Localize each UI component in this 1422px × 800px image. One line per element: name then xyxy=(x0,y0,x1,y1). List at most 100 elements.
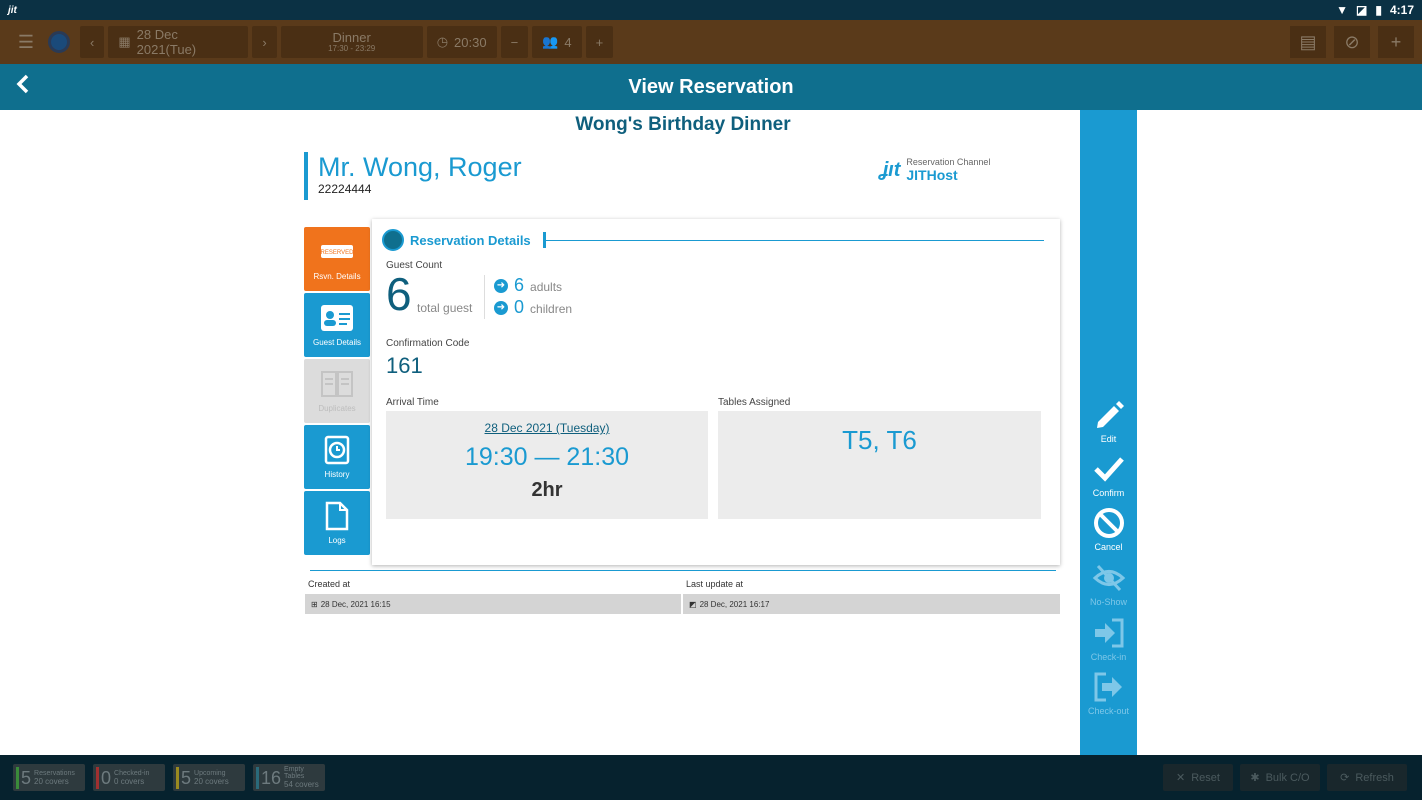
adults-label: adults xyxy=(530,280,563,294)
tab-label: History xyxy=(324,469,350,479)
history-icon xyxy=(319,435,355,464)
bulk-icon: ✱ xyxy=(1250,772,1260,784)
no-show-button[interactable]: No-Show xyxy=(1080,561,1137,607)
cancel-button[interactable]: Cancel xyxy=(1080,506,1137,552)
stat-covers: 20 covers xyxy=(34,776,69,786)
created-value: 28 Dec, 2021 16:15 xyxy=(320,599,391,609)
prev-date-button[interactable]: ‹ xyxy=(80,26,105,58)
reserved-icon: RESERVED xyxy=(319,238,355,266)
eye-slash-icon xyxy=(1092,564,1125,592)
section-title: Reservation Details xyxy=(410,232,531,248)
tables-box: T5, T6 xyxy=(718,411,1041,519)
jit-icon: jit xyxy=(8,4,17,16)
duration: 2hr xyxy=(531,479,563,501)
report-button[interactable]: ▤ xyxy=(1290,26,1326,58)
chevron-left-icon xyxy=(16,74,29,94)
channel-label: Reservation Channel xyxy=(906,157,991,167)
section-header: Reservation Details xyxy=(382,229,546,251)
next-date-button[interactable]: › xyxy=(252,26,277,58)
time-label: 20:30 xyxy=(454,34,487,50)
guest-phone: 22224444 xyxy=(318,182,372,196)
updated-box: ◩ 28 Dec, 2021 16:17 xyxy=(683,594,1060,614)
action-label: Confirm xyxy=(1092,488,1125,498)
created-label: Created at xyxy=(308,579,351,589)
date-label: 28 Dec 2021(Tue) xyxy=(136,27,197,57)
stat-covers: 54 covers xyxy=(284,780,319,789)
menu-button[interactable]: ☰ xyxy=(8,26,44,58)
status-time: 4:17 xyxy=(1389,3,1414,17)
stat-empty-tables[interactable]: 16 Empty Tables 54 covers xyxy=(253,764,325,791)
reset-button[interactable]: ✕ Reset xyxy=(1163,764,1233,791)
reservation-channel: ʝıt Reservation Channel JITHost xyxy=(880,157,990,183)
arrival-time: 19:30 — 21:30 xyxy=(464,443,629,471)
tab-label: Guest Details xyxy=(312,337,362,347)
action-label: Check-in xyxy=(1090,652,1127,662)
id-card-icon xyxy=(319,304,355,332)
tab-label: Duplicates xyxy=(318,403,356,413)
arrow-right-icon: ➜ xyxy=(494,278,508,293)
tab-rsvn-details[interactable]: RESERVED Rsvn. Details xyxy=(304,227,370,291)
page-title: View Reservation xyxy=(628,75,794,98)
action-label: No-Show xyxy=(1089,597,1127,607)
signal-icon: ◪ xyxy=(1356,3,1368,17)
block-button[interactable]: ⊘ xyxy=(1334,26,1370,58)
action-label: Cancel xyxy=(1094,542,1123,552)
adults-row: ➜ 6 adults xyxy=(494,275,562,296)
sign-out-icon xyxy=(1094,672,1122,702)
date-picker[interactable]: ▦ 28 Dec 2021(Tue) xyxy=(108,26,249,58)
arrival-date[interactable]: 28 Dec 2021 (Tuesday) xyxy=(386,421,708,435)
people-icon: 👥 xyxy=(542,34,559,49)
add-button[interactable]: + xyxy=(1378,26,1414,58)
arrival-box: 28 Dec 2021 (Tuesday) 19:30 — 21:30 2hr xyxy=(386,411,708,519)
page-header: View Reservation xyxy=(0,64,1422,110)
stat-checked-in[interactable]: 0 Checked-in 0 covers xyxy=(93,764,165,791)
confirm-button[interactable]: Confirm xyxy=(1080,452,1137,498)
close-icon: ✕ xyxy=(1176,772,1186,784)
right-whitespace xyxy=(1137,110,1422,755)
stat-count: 5 xyxy=(176,766,191,789)
back-button[interactable] xyxy=(16,74,30,100)
stat-label: Reservations xyxy=(34,769,75,777)
tab-label: Rsvn. Details xyxy=(313,271,361,281)
guest-name: Mr. Wong, Roger xyxy=(318,152,522,182)
top-toolbar: ☰ ‹ ▦ 28 Dec 2021(Tue) › Dinner 17:30 - … xyxy=(0,20,1422,64)
tab-logs[interactable]: Logs xyxy=(304,491,370,555)
bottom-bar: 5 Reservations 20 covers 0 Checked-in 0 co… xyxy=(0,755,1422,800)
clock-icon: ◷ xyxy=(436,34,449,49)
decrease-party-button[interactable]: − xyxy=(500,26,529,58)
status-icons: ▼ ◪ ▮ 4:17 xyxy=(1336,3,1414,17)
refresh-button[interactable]: ⟳ Refresh xyxy=(1327,764,1407,791)
created-box: ⊞ 28 Dec, 2021 16:15 xyxy=(305,594,681,614)
tab-history[interactable]: History xyxy=(304,425,370,489)
increase-party-button[interactable]: + xyxy=(585,26,614,58)
tab-duplicates[interactable]: Duplicates xyxy=(304,359,370,423)
bulk-checkout-button[interactable]: ✱ Bulk C/O xyxy=(1240,764,1320,791)
document-icon xyxy=(319,501,355,530)
reservation-panel: Wong's Birthday Dinner Mr. Wong, Roger 2… xyxy=(286,110,1080,755)
refresh-label: Refresh xyxy=(1355,771,1394,784)
stat-reservations[interactable]: 5 Reservations 20 covers xyxy=(13,764,85,791)
check-in-button[interactable]: Check-in xyxy=(1080,616,1137,662)
action-label: Edit xyxy=(1100,434,1117,444)
checkmark-icon xyxy=(1093,457,1124,482)
stat-label: Empty Tables xyxy=(284,766,305,780)
calendar-icon: ▦ xyxy=(118,34,131,49)
stat-count: 5 xyxy=(16,766,31,789)
meal-period-selector[interactable]: Dinner 17:30 - 23:29 xyxy=(280,26,423,58)
action-bar: Edit Confirm Cancel No-Show Check-in Che… xyxy=(1080,110,1137,755)
stat-upcoming[interactable]: 5 Upcoming 20 covers xyxy=(173,764,245,791)
duplicate-icon xyxy=(319,370,355,398)
stat-count: 0 xyxy=(96,766,111,789)
children-row: ➜ 0 children xyxy=(494,297,572,318)
stat-covers: 20 covers xyxy=(194,776,229,786)
time-selector[interactable]: ◷ 20:30 xyxy=(426,26,497,58)
stat-covers: 0 covers xyxy=(114,776,145,786)
sign-in-icon xyxy=(1094,618,1123,648)
action-label: Check-out xyxy=(1087,706,1130,716)
tab-guest-details[interactable]: Guest Details xyxy=(304,293,370,357)
edit-button[interactable]: Edit xyxy=(1080,398,1137,444)
meal-label: Dinner xyxy=(332,29,371,45)
check-out-button[interactable]: Check-out xyxy=(1080,670,1137,716)
plus-square-icon: ⊞ xyxy=(311,599,318,609)
battery-icon: ▮ xyxy=(1375,3,1382,17)
